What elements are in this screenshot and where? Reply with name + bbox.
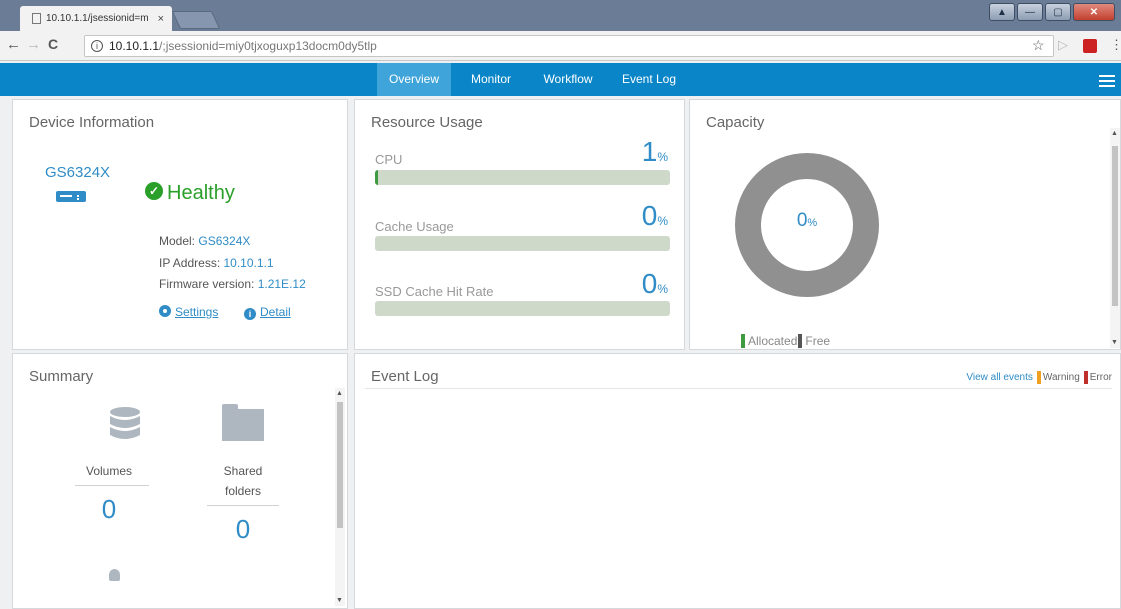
ip-label: IP Address:: [159, 256, 221, 270]
window-controls: ▲ — ▢ ✕: [989, 3, 1115, 21]
divider: [365, 388, 1112, 389]
scrollbar-thumb[interactable]: [1112, 146, 1118, 306]
user-icon: [109, 569, 120, 581]
error-swatch: [1083, 371, 1088, 384]
browser-tab[interactable]: 10.10.1.1/jsessionid=m ×: [20, 6, 172, 31]
back-arrow-icon[interactable]: ←: [6, 36, 21, 53]
tab-workflow[interactable]: Workflow: [533, 63, 603, 96]
browser-tab-title: 10.10.1.1/jsessionid=m: [46, 13, 149, 24]
cpu-progress-bar: [375, 170, 670, 185]
scroll-down-arrow-icon[interactable]: ▼: [1111, 339, 1118, 346]
extension-icon[interactable]: ▷: [1058, 37, 1068, 53]
capacity-value: 0%: [796, 210, 818, 231]
maximize-button[interactable]: ▢: [1045, 3, 1071, 21]
settings-link[interactable]: Settings: [159, 305, 218, 319]
cache-usage-label: Cache Usage: [375, 219, 454, 234]
user-icon[interactable]: ▲: [989, 3, 1015, 21]
url-input[interactable]: i 10.10.1.1/;jsessionid=miy0tjxoguxp13do…: [84, 35, 1054, 57]
capacity-scrollbar[interactable]: ▲ ▼: [1110, 128, 1120, 348]
cache-usage-progress-bar: [375, 236, 670, 251]
detail-link-label: Detail: [260, 305, 291, 319]
device-information-panel: Device Information GS6324X ✓ Healthy Mod…: [12, 99, 348, 350]
health-status: Healthy: [167, 182, 235, 204]
panel-title: Summary: [29, 368, 94, 385]
model-line: Model: GS6324X: [159, 234, 250, 248]
page-icon: [32, 13, 41, 24]
address-bar: ← → C i 10.10.1.1/;jsessionid=miy0tjxogu…: [0, 31, 1121, 61]
event-log-legend: View all events Warning Error: [966, 371, 1112, 384]
cpu-label: CPU: [375, 152, 403, 167]
capacity-legend: Allocated Free: [741, 334, 830, 348]
tab-overview[interactable]: Overview: [377, 63, 451, 96]
capacity-panel: Capacity 0% Allocated Free ▲ ▼: [689, 99, 1121, 350]
scrollbar-thumb[interactable]: [337, 402, 343, 528]
panel-title: Event Log: [371, 368, 439, 385]
tab-monitor[interactable]: Monitor: [459, 63, 523, 96]
volumes-value[interactable]: 0: [69, 494, 149, 525]
allocated-swatch: [741, 334, 745, 348]
view-all-events-link[interactable]: View all events: [966, 372, 1033, 383]
info-icon[interactable]: i: [91, 40, 103, 52]
settings-link-label: Settings: [175, 305, 219, 319]
error-label: Error: [1089, 372, 1112, 383]
ssd-cache-hit-rate-label: SSD Cache Hit Rate: [375, 284, 494, 299]
close-window-button[interactable]: ✕: [1073, 3, 1115, 21]
free-swatch: [798, 334, 803, 348]
firmware-label: Firmware version:: [159, 277, 255, 291]
switch-device-icon: [56, 191, 86, 202]
device-name[interactable]: GS6324X: [45, 164, 110, 181]
shared-folders-label-line1: Shared: [223, 464, 263, 478]
divider: [75, 485, 149, 486]
volumes-label: Volumes: [85, 464, 133, 478]
firmware-line: Firmware version: 1.21E.12: [159, 277, 306, 291]
minimize-button[interactable]: —: [1017, 3, 1043, 21]
folder-icon: [222, 404, 264, 441]
reload-icon[interactable]: C: [48, 36, 58, 52]
hamburger-menu-icon[interactable]: [1099, 75, 1115, 87]
check-circle-icon: ✓: [145, 182, 163, 200]
ip-line: IP Address: 10.10.1.1: [159, 256, 274, 270]
model-label: Model:: [159, 234, 196, 248]
summary-panel: Summary Volumes 0 Shared folders 0 ▲ ▼: [12, 353, 348, 609]
url-host: 10.10.1.1: [109, 39, 160, 53]
detail-link[interactable]: i Detail: [244, 305, 291, 320]
firmware-value: 1.21E.12: [257, 277, 306, 291]
browser-tab-bar: 10.10.1.1/jsessionid=m × ▲ — ▢ ✕: [0, 0, 1121, 31]
legend-allocated: Allocated: [748, 334, 798, 348]
summary-scrollbar[interactable]: ▲ ▼: [335, 388, 345, 606]
cache-usage-value: 0%: [641, 200, 668, 231]
shared-folders-label-line2: folders: [224, 484, 262, 498]
panel-title: Capacity: [706, 114, 765, 131]
ssd-cache-hit-rate-progress-bar: [375, 301, 670, 316]
legend-free: Free: [805, 334, 831, 348]
resource-usage-panel: Resource Usage CPU 1% Cache Usage 0% SSD…: [354, 99, 685, 350]
database-icon: [110, 407, 140, 439]
app-navbar: Overview Monitor Workflow Event Log: [0, 63, 1121, 96]
scroll-down-arrow-icon[interactable]: ▼: [336, 597, 343, 604]
cpu-value: 1%: [641, 136, 668, 167]
pdf-icon[interactable]: [1083, 39, 1097, 53]
url-path: /;jsessionid=miy0tjxoguxp13docm0dy5tlp: [159, 39, 377, 53]
cpu-progress-fill: [375, 170, 378, 185]
tab-event-log[interactable]: Event Log: [613, 63, 685, 96]
scroll-up-arrow-icon[interactable]: ▲: [336, 390, 343, 397]
event-log-panel: Event Log View all events Warning Error: [354, 353, 1121, 609]
ssd-cache-hit-rate-value: 0%: [641, 268, 668, 299]
panel-title: Device Information: [29, 114, 155, 131]
warning-swatch: [1036, 371, 1041, 384]
ip-value: 10.10.1.1: [223, 256, 274, 270]
scroll-up-arrow-icon[interactable]: ▲: [1111, 130, 1118, 137]
warning-label: Warning: [1042, 372, 1080, 383]
forward-arrow-icon[interactable]: →: [26, 36, 41, 53]
shared-folders-value[interactable]: 0: [203, 514, 283, 545]
info-circle-icon: i: [244, 308, 256, 320]
star-icon[interactable]: ☆: [1032, 37, 1045, 54]
model-value: GS6324X: [198, 234, 251, 248]
gear-icon: [159, 305, 171, 317]
divider: [207, 505, 279, 506]
menu-dots-icon[interactable]: ⋮: [1110, 37, 1121, 53]
new-tab-button[interactable]: [171, 11, 221, 29]
panel-title: Resource Usage: [371, 114, 483, 131]
tab-close-button[interactable]: ×: [158, 13, 164, 25]
